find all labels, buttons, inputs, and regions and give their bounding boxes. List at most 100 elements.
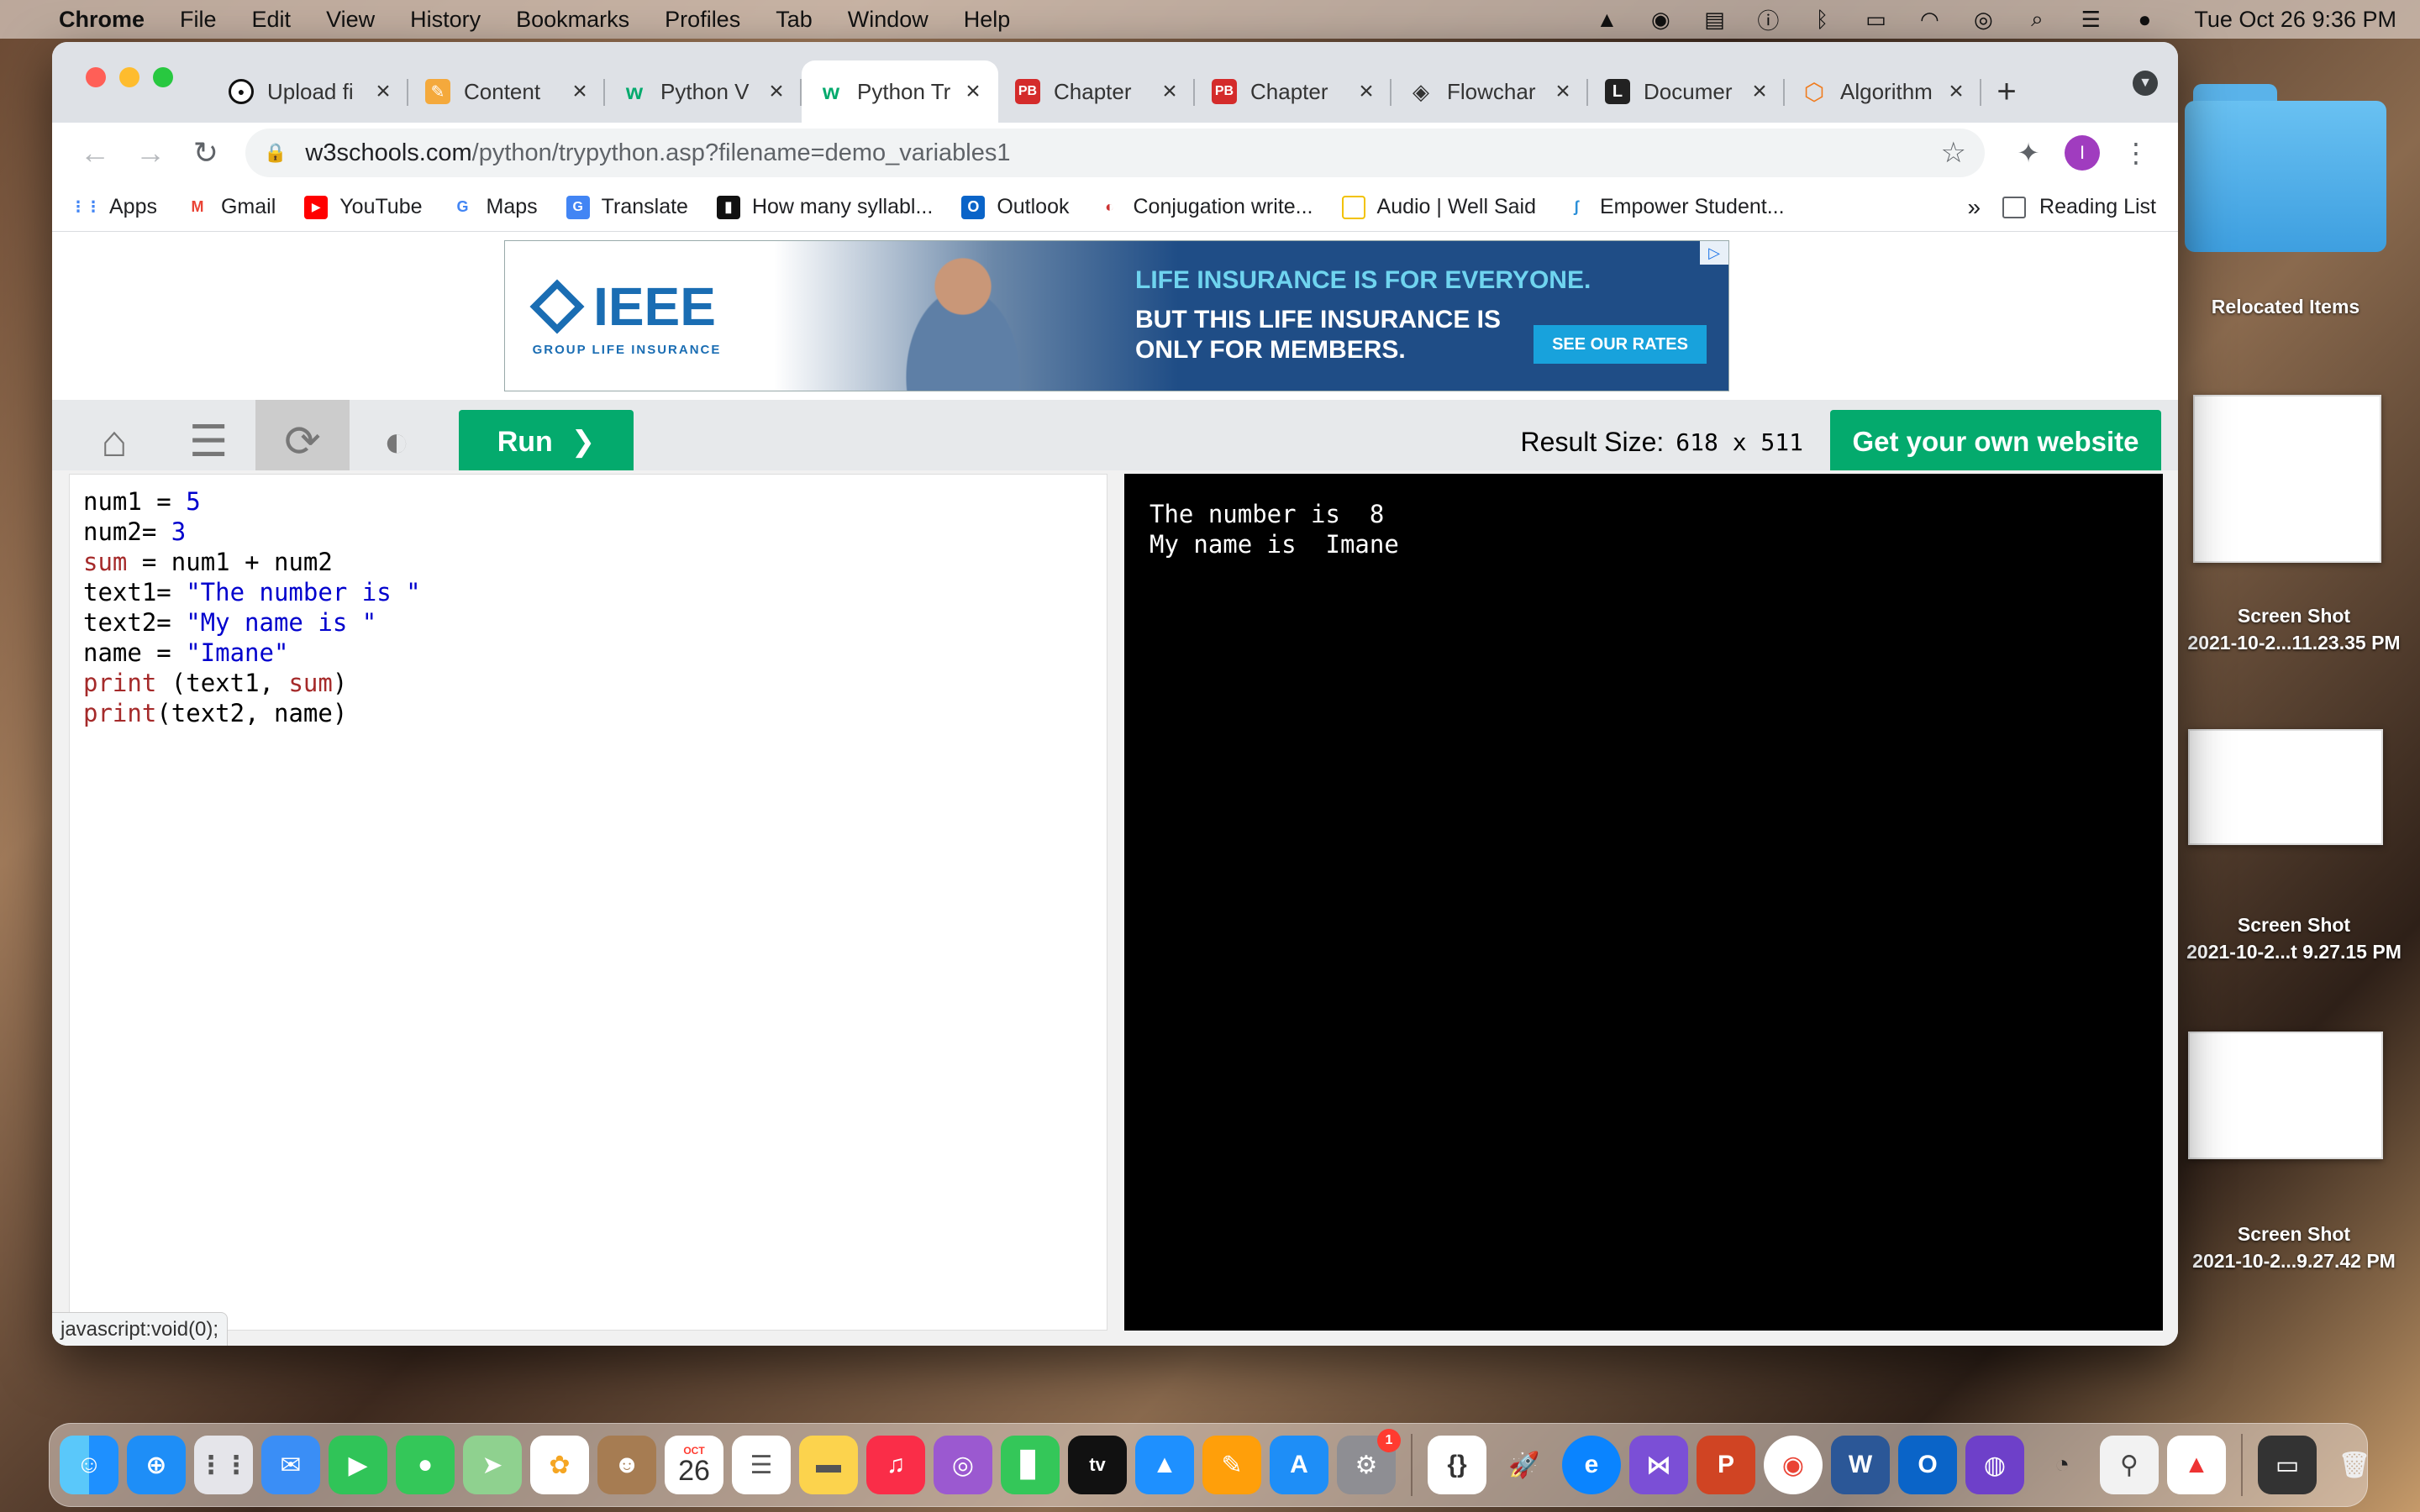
menu-profiles[interactable]: Profiles	[665, 7, 740, 33]
bookmark-translate[interactable]: G Translate	[566, 195, 688, 219]
tab-python-variables[interactable]: w Python V ×	[605, 60, 802, 123]
reading-list-button[interactable]: Reading List	[2002, 195, 2156, 219]
pages-icon[interactable]: ✎	[1202, 1436, 1261, 1494]
menu-history[interactable]: History	[410, 7, 481, 33]
bluetooth-icon[interactable]: ᛒ	[1809, 7, 1834, 32]
relocated-items-folder-icon[interactable]	[2185, 84, 2386, 252]
bookmark-syllables[interactable]: ▮ How many syllabl...	[716, 195, 933, 219]
wifi-icon[interactable]: ◠	[1917, 7, 1942, 32]
bookmark-star-icon[interactable]: ☆	[1941, 136, 1966, 170]
menu-bookmarks[interactable]: Bookmarks	[516, 7, 629, 33]
address-bar[interactable]: 🔒 w3schools.com/python/trypython.asp?fil…	[245, 129, 1985, 177]
minimize-window-button[interactable]	[119, 67, 139, 87]
notes-icon[interactable]: ▬	[799, 1436, 858, 1494]
run-button[interactable]: Run ❯	[459, 410, 634, 474]
contacts-icon[interactable]: ☻	[597, 1436, 656, 1494]
color-ui-icon[interactable]: ▲	[2167, 1436, 2226, 1494]
reload-icon[interactable]: ↻	[178, 128, 234, 178]
mail-icon[interactable]: ✉	[261, 1436, 320, 1494]
close-tab-icon[interactable]: ×	[765, 77, 788, 106]
edge-icon[interactable]: e	[1562, 1436, 1621, 1494]
keyboard-icon[interactable]: ▤	[1702, 7, 1727, 32]
menu-view[interactable]: View	[326, 7, 375, 33]
record-icon[interactable]: ◉	[1648, 7, 1673, 32]
word-icon[interactable]: W	[1831, 1436, 1890, 1494]
screenshot-thumbnail-3[interactable]	[2188, 1032, 2383, 1159]
menubar-clock[interactable]: Tue Oct 26 9:36 PM	[2194, 7, 2396, 33]
tab-flowchart[interactable]: ◈ Flowchar ×	[1392, 60, 1588, 123]
bookmark-youtube[interactable]: ▶ YouTube	[304, 195, 423, 219]
close-tab-icon[interactable]: ×	[1551, 77, 1575, 106]
launchpad-icon[interactable]: ⋮⋮	[194, 1436, 253, 1494]
ad-cta-button[interactable]: SEE OUR RATES	[1534, 325, 1707, 364]
bookmark-maps[interactable]: G Maps	[451, 195, 538, 219]
battery-icon[interactable]: ▭	[1863, 7, 1888, 32]
brackets-icon[interactable]: {}	[1428, 1436, 1486, 1494]
tab-chapter-1[interactable]: PB Chapter ×	[998, 60, 1195, 123]
back-arrow-icon[interactable]: ←	[67, 128, 123, 178]
visual-studio-icon[interactable]: ⋈	[1629, 1436, 1688, 1494]
tab-python-tryit[interactable]: w Python Tr ×	[802, 60, 998, 123]
facetime-icon[interactable]: ▶	[329, 1436, 387, 1494]
rocket-icon[interactable]: 🚀	[1495, 1436, 1554, 1494]
close-tab-icon[interactable]: ×	[961, 77, 985, 106]
tab-algorithm[interactable]: ⬡ Algorithm ×	[1785, 60, 1981, 123]
system-preferences-icon[interactable]: ⚙ 1	[1337, 1429, 1401, 1494]
menu-window[interactable]: Window	[848, 7, 929, 33]
extensions-puzzle-icon[interactable]: ✦	[2002, 128, 2055, 178]
close-tab-icon[interactable]: ×	[568, 77, 592, 106]
ieee-ad-banner[interactable]: IEEE GROUP LIFE INSURANCE LIFE INSURANCE…	[504, 240, 1729, 391]
finder-icon[interactable]: ☺	[60, 1436, 118, 1494]
get-your-own-website-button[interactable]: Get your own website	[1830, 410, 2161, 474]
outlook-icon[interactable]: O	[1898, 1436, 1957, 1494]
bookmark-apps[interactable]: ⋮⋮ Apps	[71, 195, 157, 219]
safari-icon[interactable]: ⊕	[127, 1436, 186, 1494]
menu-help[interactable]: Help	[964, 7, 1011, 33]
close-window-button[interactable]	[86, 67, 106, 87]
tab-document[interactable]: L Documer ×	[1588, 60, 1785, 123]
tab-content[interactable]: ✎ Content ×	[408, 60, 605, 123]
menu-edit[interactable]: Edit	[252, 7, 292, 33]
music-icon[interactable]: ♫	[866, 1436, 925, 1494]
numbers-icon[interactable]: ▊	[1001, 1436, 1060, 1494]
menu-app-chrome[interactable]: Chrome	[59, 7, 145, 33]
tab-chapter-2[interactable]: PB Chapter ×	[1195, 60, 1392, 123]
close-tab-icon[interactable]: ×	[1748, 77, 1771, 106]
zoom-window-button[interactable]	[153, 67, 173, 87]
lock-icon[interactable]: 🔒	[264, 142, 287, 164]
bookmark-empower[interactable]: ʃ Empower Student...	[1565, 195, 1785, 219]
kebab-menu-icon[interactable]: ⋮	[2109, 128, 2163, 178]
code-editor[interactable]: num1 = 5 num2= 3 sum = num1 + num2 text1…	[69, 474, 1107, 1331]
tab-upload[interactable]: ● Upload fi ×	[212, 60, 408, 123]
menu-tab[interactable]: Tab	[776, 7, 813, 33]
chrome-icon[interactable]: ◉	[1764, 1436, 1823, 1494]
calendar-icon[interactable]: OCT 26	[665, 1436, 723, 1494]
close-tab-icon[interactable]: ×	[1944, 77, 1968, 106]
screenshot-thumbnail-2[interactable]	[2188, 729, 2383, 845]
close-tab-icon[interactable]: ×	[371, 77, 395, 106]
bookmark-gmail[interactable]: M Gmail	[186, 195, 276, 219]
downloads-stack-icon[interactable]: ▭	[2258, 1436, 2317, 1494]
close-tab-icon[interactable]: ×	[1355, 77, 1378, 106]
bookmark-conjugation[interactable]: ◐ Conjugation write...	[1098, 195, 1313, 219]
maps-icon[interactable]: ➤	[463, 1436, 522, 1494]
photos-icon[interactable]: ✿	[530, 1436, 589, 1494]
bookmark-audio[interactable]: Audio | Well Said	[1341, 195, 1536, 219]
podcasts-icon[interactable]: ◎	[934, 1436, 992, 1494]
menu-file[interactable]: File	[180, 7, 217, 33]
keynote-icon[interactable]: ▲	[1135, 1436, 1194, 1494]
scooter-icon[interactable]: ⚲	[2100, 1436, 2159, 1494]
adchoices-icon[interactable]: ▷	[1700, 241, 1728, 265]
color-app-icon[interactable]: ▲	[1594, 7, 1619, 32]
timer-icon[interactable]: ◔	[2033, 1436, 2091, 1494]
new-tab-button[interactable]: +	[1981, 60, 2032, 123]
bookmarks-overflow-icon[interactable]: »	[1967, 194, 1981, 221]
user-icon[interactable]: ◎	[1970, 7, 1996, 32]
messages-icon[interactable]: ●	[396, 1436, 455, 1494]
accessibility-icon[interactable]: ⓘ	[1755, 8, 1781, 34]
bookmark-outlook[interactable]: O Outlook	[961, 195, 1070, 219]
forward-arrow-icon[interactable]: →	[123, 128, 178, 178]
screenshot-thumbnail-1[interactable]	[2193, 395, 2381, 563]
app-store-icon[interactable]: A	[1270, 1436, 1328, 1494]
spotlight-search-icon[interactable]: ⌕	[2024, 6, 2049, 31]
